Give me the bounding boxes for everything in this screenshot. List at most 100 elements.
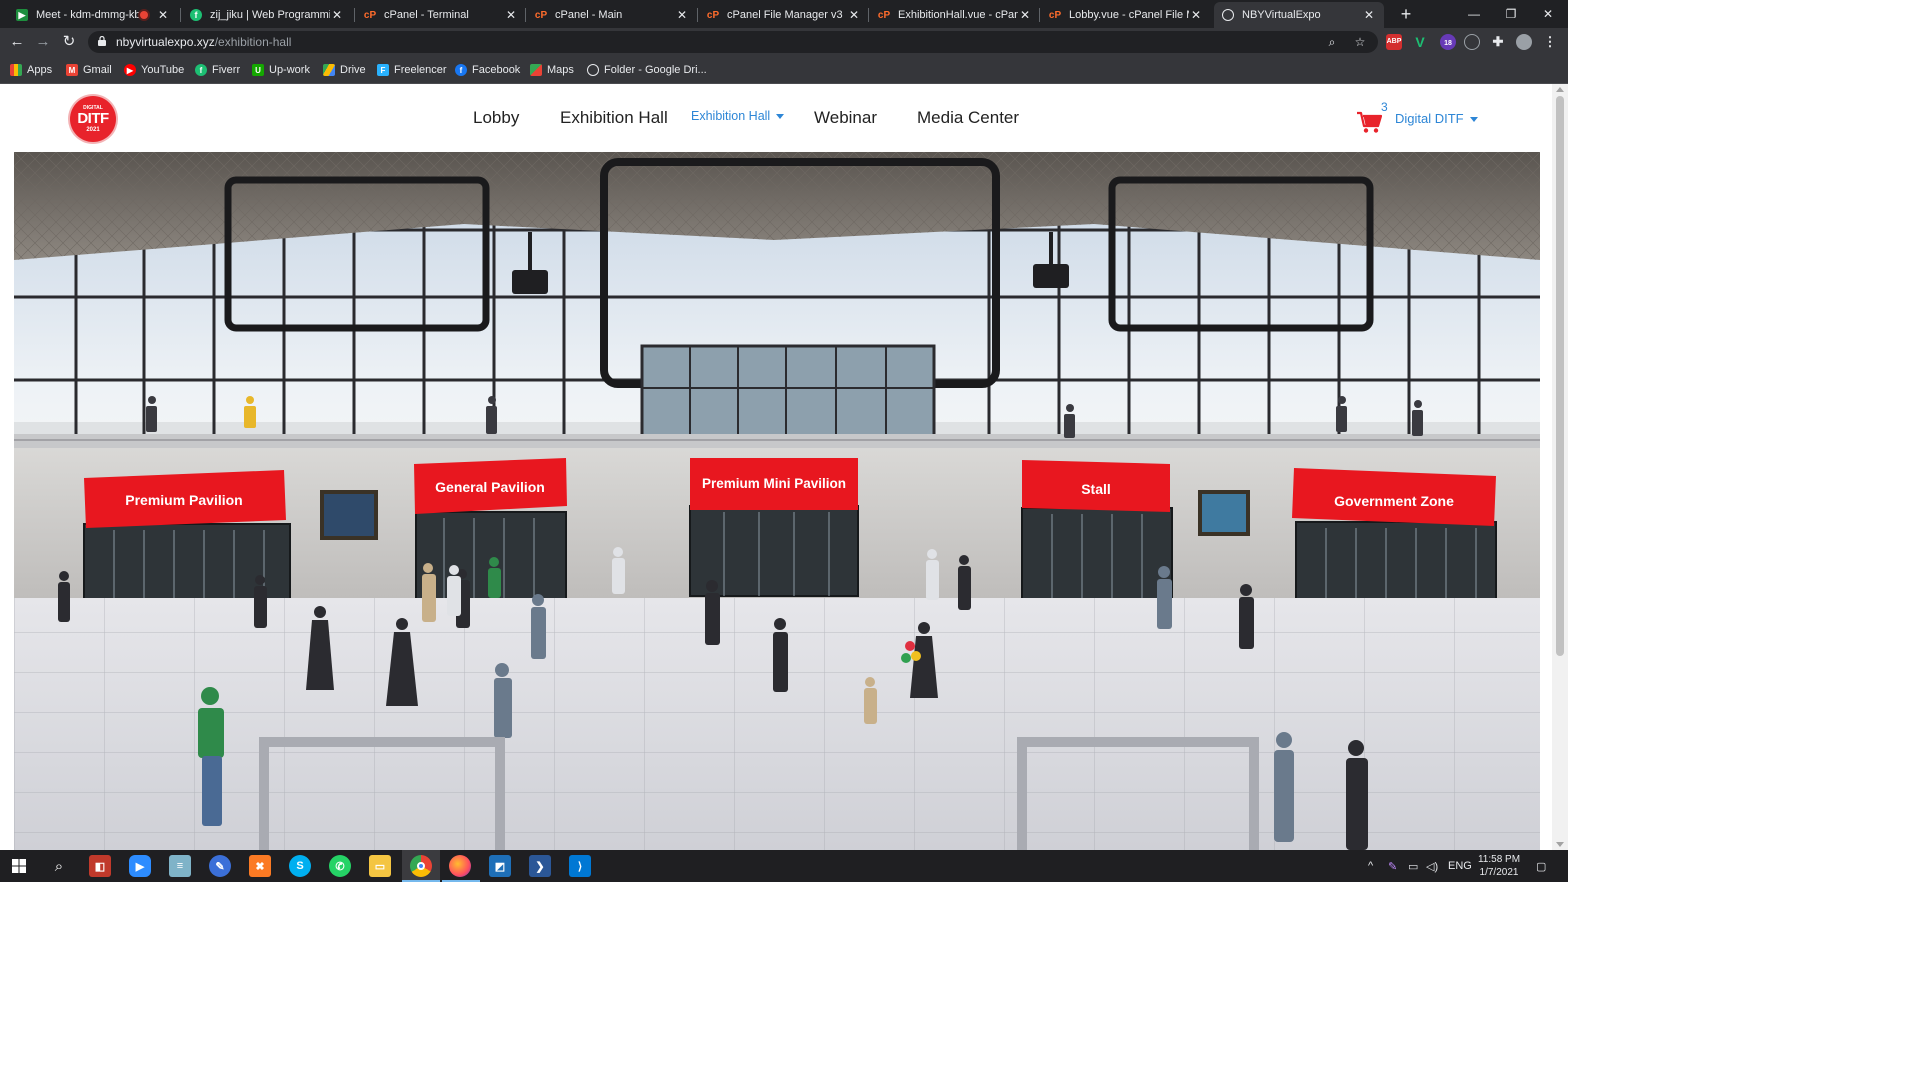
windows-start-icon[interactable]: [12, 859, 26, 873]
zoom-icon[interactable]: ▶: [129, 855, 151, 877]
user-menu-dropdown[interactable]: Digital DITF: [1395, 111, 1478, 126]
file-explorer-icon[interactable]: ▭: [369, 855, 391, 877]
bookmark-facebook[interactable]: f Facebook: [455, 62, 520, 78]
vscode-icon[interactable]: ⟩: [569, 855, 591, 877]
network-icon[interactable]: ▭: [1408, 860, 1418, 873]
close-tab-icon[interactable]: ✕: [1018, 8, 1032, 22]
close-tab-icon[interactable]: ✕: [1362, 8, 1376, 22]
paint-icon[interactable]: ◧: [89, 855, 111, 877]
bookmark-maps[interactable]: Maps: [530, 62, 574, 78]
scrollbar-thumb[interactable]: [1556, 96, 1564, 656]
tab-title: Lobby.vue - cPanel File Man: [1069, 9, 1189, 21]
bookmark-youtube[interactable]: ▶ YouTube: [124, 62, 184, 78]
url-host: nbyvirtualexpo.xyz: [116, 35, 215, 49]
bookmark-freelancer[interactable]: F Freelencer: [377, 62, 447, 78]
tab-cpanel-terminal[interactable]: cP cPanel - Terminal ✕: [356, 2, 526, 28]
address-toolbar: ← → ↻ nbyvirtualexpo.xyz/exhibition-hall…: [0, 28, 1568, 56]
scroll-down-icon[interactable]: [1556, 842, 1564, 847]
ditf-logo[interactable]: DIGITAL DITF 2021: [70, 96, 116, 142]
address-bar[interactable]: nbyvirtualexpo.xyz/exhibition-hall ⌕ ☆: [88, 31, 1378, 53]
chrome-icon[interactable]: [410, 855, 432, 877]
fiverr-icon: f: [190, 9, 202, 21]
tab-exhibitionhall-vue[interactable]: cP ExhibitionHall.vue - cPanel F ✕: [870, 2, 1040, 28]
restore-button[interactable]: ❐: [1496, 4, 1526, 24]
nav-exhibition-hall[interactable]: Exhibition Hall: [560, 108, 668, 128]
close-tab-icon[interactable]: ✕: [330, 8, 344, 22]
tab-cpanel-main[interactable]: cP cPanel - Main ✕: [527, 2, 697, 28]
profile-avatar-icon[interactable]: [1516, 34, 1532, 50]
tab-title: cPanel - Main: [555, 9, 623, 21]
nav-lobby[interactable]: Lobby: [473, 108, 519, 128]
tab-meet[interactable]: ▶ Meet - kdm-dmmg-kbt ✕: [8, 2, 178, 28]
bookmarks-bar: Apps M Gmail ▶ YouTube f Fiverr U Up-work Dr…: [0, 56, 1568, 84]
pen-icon[interactable]: ✎: [209, 855, 231, 877]
powershell-icon[interactable]: ❯: [529, 855, 551, 877]
skype-icon[interactable]: S: [289, 855, 311, 877]
clock-date: 1/7/2021: [1479, 867, 1519, 878]
bookmark-drive[interactable]: Drive: [323, 62, 366, 78]
tab-lobby-vue[interactable]: cP Lobby.vue - cPanel File Man ✕: [1041, 2, 1211, 28]
bookmark-star-icon[interactable]: ☆: [1352, 34, 1368, 50]
nav-exhibition-hall-dropdown[interactable]: Exhibition Hall: [691, 109, 785, 123]
sign-premium-pavilion-label: Premium Pavilion: [125, 492, 242, 508]
system-clock[interactable]: 11:58 PM 1/7/2021: [1470, 853, 1528, 879]
bookmark-upwork[interactable]: U Up-work: [252, 62, 310, 78]
firefox-icon[interactable]: [449, 855, 471, 877]
taskbar-active-indicator: [402, 880, 440, 882]
shopping-cart-icon[interactable]: [1356, 110, 1382, 134]
bookmark-gmail[interactable]: M Gmail: [66, 62, 112, 78]
close-tab-icon[interactable]: ✕: [847, 8, 861, 22]
language-indicator[interactable]: ENG: [1448, 860, 1472, 872]
close-tab-icon[interactable]: ✕: [156, 8, 170, 22]
caret-down-icon: [776, 114, 785, 120]
volume-icon[interactable]: ◁): [1426, 860, 1438, 873]
forward-button[interactable]: →: [32, 32, 54, 52]
close-tab-icon[interactable]: ✕: [1189, 8, 1203, 22]
vue-devtools-icon[interactable]: V: [1412, 34, 1428, 50]
search-icon[interactable]: ⌕: [48, 855, 70, 877]
page-scrollbar[interactable]: [1552, 84, 1568, 850]
adblock-plus-icon[interactable]: ABP: [1386, 34, 1402, 50]
nav-webinar[interactable]: Webinar: [814, 108, 877, 128]
bookmark-label: Apps: [27, 64, 53, 76]
sign-premium-mini-pavilion-label: Premium Mini Pavilion: [702, 476, 846, 491]
new-tab-button[interactable]: +: [1396, 4, 1416, 24]
tab-separator: [1039, 8, 1040, 22]
minimize-button[interactable]: —: [1459, 4, 1489, 24]
reload-button[interactable]: ↻: [58, 32, 80, 52]
tray-pen-icon[interactable]: ✎: [1388, 860, 1397, 873]
tab-separator: [525, 8, 526, 22]
bookmark-fiverr[interactable]: f Fiverr: [195, 62, 240, 78]
cart-count-badge: 3: [1381, 100, 1388, 114]
zoom-icon[interactable]: ⌕: [1324, 34, 1340, 50]
sign-general-pavilion-label: General Pavilion: [435, 479, 545, 495]
tab-fiverr[interactable]: f zij_jiku | Web Programming ✕: [182, 2, 352, 28]
xampp-icon[interactable]: ✖: [249, 855, 271, 877]
notification-icon[interactable]: ▢: [1536, 860, 1546, 873]
dropdown-label: Exhibition Hall: [691, 109, 771, 123]
notepad-icon[interactable]: ≡: [169, 855, 191, 877]
google-drive-icon: [323, 64, 335, 76]
tab-cpanel-file-manager[interactable]: cP cPanel File Manager v3 ✕: [699, 2, 869, 28]
photos-icon[interactable]: ◩: [489, 855, 511, 877]
scroll-up-icon[interactable]: [1556, 87, 1564, 92]
close-tab-icon[interactable]: ✕: [504, 8, 518, 22]
extension-circle-icon[interactable]: [1464, 34, 1480, 50]
logo-main-text: DITF: [77, 110, 109, 127]
page-content: DIGITAL DITF 2021 Lobby Exhibition Hall …: [0, 84, 1552, 850]
tab-title: Meet - kdm-dmmg-kbt: [36, 9, 140, 21]
fiverr-icon: f: [195, 64, 207, 76]
whatsapp-icon[interactable]: ✆: [329, 855, 351, 877]
close-window-button[interactable]: ✕: [1533, 4, 1563, 24]
extensions-puzzle-icon[interactable]: ✚: [1490, 34, 1506, 50]
tray-chevron-icon[interactable]: ^: [1368, 860, 1373, 872]
browser-menu-icon[interactable]: ⋮: [1542, 34, 1558, 50]
tab-nbyvirtualexpo[interactable]: NBYVirtualExpo ✕: [1214, 2, 1384, 28]
extension-badge-icon[interactable]: 18: [1440, 34, 1456, 50]
close-tab-icon[interactable]: ✕: [675, 8, 689, 22]
bookmark-folder-google-drive[interactable]: Folder - Google Dri...: [587, 62, 707, 78]
cpanel-icon: cP: [706, 9, 720, 21]
bookmark-apps[interactable]: Apps: [10, 62, 52, 78]
back-button[interactable]: ←: [6, 32, 28, 52]
nav-media-center[interactable]: Media Center: [917, 108, 1019, 128]
